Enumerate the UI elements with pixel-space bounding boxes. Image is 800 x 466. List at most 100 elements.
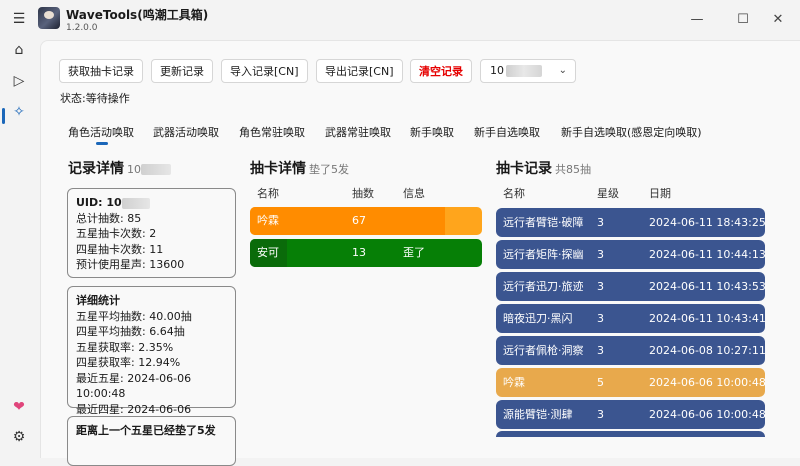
gacha-records-heading: 抽卡记录 — [496, 161, 552, 177]
settings-icon[interactable]: ⚙ — [8, 426, 30, 448]
record-star: 3 — [597, 408, 604, 421]
record-date: 2024-06-08 10:27:11 — [649, 344, 766, 357]
tab-beginner[interactable]: 新手唤取 — [410, 124, 454, 140]
tab-selected-indicator — [96, 142, 108, 145]
tab-weapon-standard[interactable]: 武器常驻唤取 — [325, 124, 391, 140]
stats-card: 详细统计 五星平均抽数: 40.00抽 四星平均抽数: 6.64抽 五星获取率:… — [67, 286, 236, 431]
draw-row-count: 67 — [352, 214, 366, 227]
stats-rate4: 四星获取率: 12.94% — [76, 356, 181, 369]
record-name: 源能臂铠·测肆 — [503, 408, 573, 421]
records-header-name: 名称 — [503, 187, 525, 200]
app-version: 1.2.0.0 — [66, 23, 98, 33]
record-row[interactable]: 远行者佩枪·洞察 3 2024-06-08 10:27:11 — [496, 336, 766, 365]
record-star: 3 — [597, 312, 604, 325]
record-row[interactable]: 远行者迅刀·旅迹 3 2024-06-11 10:43:53 — [496, 272, 766, 301]
tab-beginner-selector-thanks[interactable]: 新手自选唤取(感恩定向唤取) — [561, 124, 702, 140]
tab-weapon-event[interactable]: 武器活动唤取 — [153, 124, 219, 140]
record-details-title: 记录详情 10 — [68, 158, 171, 178]
uid-redacted — [121, 197, 150, 209]
record-star: 3 — [597, 216, 604, 229]
draw-header-info: 信息 — [403, 187, 425, 200]
record-star: 3 — [597, 344, 604, 357]
record-date: 2024-06-11 10:43:41 — [649, 312, 766, 325]
heart-icon[interactable]: ❤ — [8, 396, 30, 418]
draw-row-info: 歪了 — [403, 246, 425, 259]
export-records-button[interactable]: 导出记录[CN] — [316, 59, 403, 83]
record-row[interactable]: 远行者臂铠·破障 3 2024-06-11 18:43:25 — [496, 208, 766, 237]
record-name: 远行者臂铠·破障 — [503, 216, 584, 229]
pity-card: 距离上一个五星已经垫了5发 — [67, 416, 236, 466]
record-name: 远行者迅刀·旅迹 — [503, 280, 584, 293]
record-row[interactable]: 吟霖 5 2024-06-06 10:00:48 — [496, 368, 766, 397]
record-star: 5 — [597, 376, 604, 389]
get-records-button[interactable]: 获取抽卡记录 — [59, 59, 143, 83]
gacha-records-sub: 共85抽 — [555, 163, 591, 176]
stats-avg4: 四星平均抽数: 6.64抽 — [76, 325, 185, 338]
record-date: 2024-06-11 18:43:25 — [649, 216, 766, 229]
app-title: WaveTools(鸣潮工具箱) — [66, 8, 209, 22]
draw-row-name: 安可 — [257, 246, 279, 259]
update-records-button[interactable]: 更新记录 — [151, 59, 213, 83]
uid-redacted — [506, 65, 542, 77]
gacha-icon[interactable]: ✧ — [8, 101, 30, 123]
tab-beginner-selector[interactable]: 新手自选唤取 — [474, 124, 540, 140]
draw-header-name: 名称 — [257, 187, 279, 200]
gacha-records-title: 抽卡记录 共85抽 — [496, 158, 591, 178]
draw-details-title: 抽卡详情 垫了5发 — [250, 158, 349, 178]
stats-last5: 最近五星: 2024-06-06 10:00:48 — [76, 371, 192, 401]
draw-header-count: 抽数 — [352, 187, 374, 200]
record-name: 吟霖 — [503, 376, 525, 389]
close-icon[interactable]: ✕ — [768, 10, 788, 30]
uid-redacted — [141, 163, 171, 175]
pity-text: 距离上一个五星已经垫了5发 — [76, 424, 216, 437]
summary-estimate: 预计使用星声: 13600 — [76, 258, 185, 271]
record-row[interactable]: 远行者矩阵·探幽 3 2024-06-11 10:44:13 — [496, 240, 766, 269]
draw-details-sub: 垫了5发 — [309, 163, 349, 176]
status-text: 状态:等待操作 — [60, 92, 130, 105]
record-date: 2024-06-06 10:00:48 — [649, 408, 766, 421]
record-name: 暗夜迅刀·黑闪 — [503, 312, 573, 325]
draw-details-heading: 抽卡详情 — [250, 161, 306, 177]
uid-dropdown-value: 10 — [490, 64, 504, 77]
uid-dropdown[interactable]: 10 ⌄ — [480, 59, 576, 83]
stats-heading: 详细统计 — [76, 294, 120, 307]
record-star: 3 — [597, 280, 604, 293]
summary-uid: UID: 10 — [76, 195, 227, 211]
summary-five-star: 五星抽卡次数: 2 — [76, 227, 157, 240]
stats-avg5: 五星平均抽数: 40.00抽 — [76, 309, 192, 323]
tab-character-standard[interactable]: 角色常驻唤取 — [239, 124, 305, 140]
record-date: 2024-06-11 10:43:53 — [649, 280, 766, 293]
summary-total: 总计抽数: 85 — [76, 211, 142, 225]
tab-character-event[interactable]: 角色活动唤取 — [68, 124, 134, 140]
record-name: 远行者矩阵·探幽 — [503, 248, 584, 261]
draw-row-count: 13 — [352, 246, 366, 259]
draw-row-name: 吟霖 — [257, 214, 279, 227]
record-row[interactable]: 暗夜迅刀·黑闪 3 2024-06-11 10:43:41 — [496, 304, 766, 333]
play-icon[interactable]: ▷ — [8, 70, 30, 92]
title-bar: ☰ WaveTools(鸣潮工具箱) 1.2.0.0 — ☐ ✕ — [0, 0, 800, 40]
summary-card: UID: 10 总计抽数: 85 五星抽卡次数: 2 四星抽卡次数: 11 预计… — [67, 188, 236, 278]
clear-records-button[interactable]: 清空记录 — [410, 59, 472, 83]
maximize-icon[interactable]: ☐ — [733, 10, 753, 30]
draw-row[interactable]: 安可 13 歪了 — [250, 239, 482, 267]
nav-selected-indicator — [2, 108, 5, 124]
record-star: 3 — [597, 248, 604, 261]
minimize-icon[interactable]: — — [687, 10, 707, 30]
home-icon[interactable]: ⌂ — [8, 39, 30, 61]
app-logo — [38, 7, 60, 29]
chevron-down-icon: ⌄ — [558, 65, 567, 76]
record-name: 远行者佩枪·洞察 — [503, 344, 584, 357]
records-header-star: 星级 — [597, 187, 619, 200]
stats-rate5: 五星获取率: 2.35% — [76, 340, 174, 354]
record-row[interactable]: 源能臂铠·测肆 3 2024-06-06 10:00:48 — [496, 400, 766, 429]
draw-row[interactable]: 吟霖 67 — [250, 207, 482, 235]
summary-four-star: 四星抽卡次数: 11 — [76, 242, 164, 256]
record-details-heading: 记录详情 — [68, 161, 124, 177]
record-details-uid: 10 — [127, 163, 141, 176]
record-row-partial — [496, 431, 765, 437]
import-records-button[interactable]: 导入记录[CN] — [221, 59, 308, 83]
hamburger-menu-icon[interactable]: ☰ — [8, 8, 30, 30]
record-date: 2024-06-06 10:00:48 — [649, 376, 766, 389]
draw-progress-bar — [250, 207, 445, 235]
record-date: 2024-06-11 10:44:13 — [649, 248, 766, 261]
